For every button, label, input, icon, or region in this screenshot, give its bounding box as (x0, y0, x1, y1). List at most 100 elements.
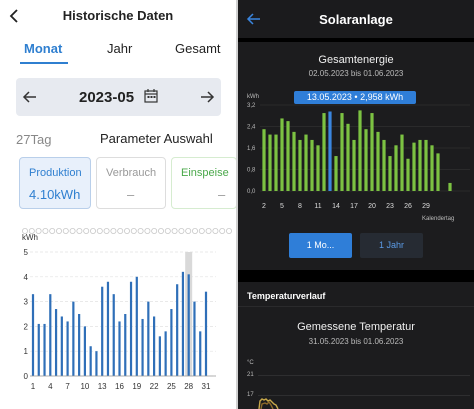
range-year-button[interactable]: 1 Jahr (360, 233, 423, 258)
temperature-gridline (258, 375, 470, 376)
bar (204, 291, 208, 376)
bar (388, 156, 392, 191)
card-feed-in-value: – (218, 187, 226, 202)
card-feed-in[interactable]: Einspeise – (171, 157, 236, 209)
card-consumption-label: Verbrauch (106, 167, 157, 179)
x-tick-label: 13 (98, 382, 107, 391)
bar (370, 113, 374, 191)
y-tick-label: 2 (24, 322, 29, 331)
bar (72, 301, 75, 376)
bar (176, 284, 179, 376)
bar (262, 129, 266, 191)
x-tick-label: 7 (65, 382, 70, 391)
tab-month-underline (20, 62, 68, 64)
x-tick-label: 23 (386, 203, 394, 210)
bar (49, 294, 52, 376)
temperature-y-unit: °C (247, 360, 254, 366)
tab-year[interactable]: Jahr (107, 41, 132, 56)
temperature-chart-title: Gemessene Temperatur (297, 321, 415, 333)
page-title: Historische Daten (62, 8, 174, 23)
bar (286, 121, 290, 191)
bar (400, 134, 404, 191)
x-tick-label: 31 (202, 382, 211, 391)
bar (280, 118, 284, 191)
card-production-value: 4.10kWh (29, 187, 81, 202)
bar (124, 314, 127, 376)
y-tick-label: 3 (24, 298, 29, 307)
x-tick-label: 1 (31, 382, 36, 391)
bar (199, 331, 202, 376)
bar (141, 318, 144, 376)
bar (43, 323, 46, 376)
bar (181, 271, 185, 376)
bar (340, 113, 344, 191)
bar (334, 156, 338, 191)
bar (382, 139, 386, 191)
range-month-label: 1 Mo... (306, 240, 335, 250)
x-tick-label: 11 (314, 203, 321, 210)
next-period-button[interactable] (199, 88, 215, 106)
bar (352, 139, 356, 191)
x-tick-label: 20 (368, 203, 376, 210)
bar (170, 309, 173, 376)
x-axis-label: Kalendertag (422, 216, 454, 222)
parameter-selection[interactable]: Parameter Auswahl (100, 131, 213, 146)
prev-period-button[interactable] (22, 88, 38, 106)
temperature-section-divider (238, 306, 474, 307)
temperature-y-tick: 17 (247, 392, 254, 398)
card-consumption[interactable]: Verbrauch – (96, 157, 166, 209)
bar (78, 314, 81, 376)
production-bar-chart: kWh0123451 4 7 10 13 16 19 22 25 28 31 (22, 233, 216, 391)
x-tick-label: 17 (350, 203, 358, 210)
energy-tooltip-text: 13.05.2023 • 2,958 kWh (306, 92, 404, 102)
bar (418, 139, 422, 191)
temperature-date-range: 31.05.2023 bis 01.06.2023 (308, 337, 404, 346)
y-tick-label: 1 (24, 347, 29, 356)
x-tick-label: 19 (132, 382, 141, 391)
x-tick-label: 2 (262, 203, 266, 210)
page-title: Solaranlage (319, 12, 393, 27)
bar (135, 276, 138, 376)
bar (316, 145, 320, 191)
bar (292, 131, 296, 191)
y-tick-label: 0 (24, 372, 29, 381)
bar (424, 139, 428, 191)
calendar-icon (144, 89, 158, 103)
range-year-label: 1 Jahr (378, 240, 404, 250)
bar (268, 134, 272, 191)
bar (364, 129, 368, 191)
calendar-button[interactable] (143, 88, 159, 104)
bar (83, 326, 86, 376)
bar (394, 145, 398, 191)
x-tick-label: 26 (404, 203, 412, 210)
bar (274, 134, 278, 191)
x-tick-label: 29 (422, 203, 430, 210)
range-month-button[interactable]: 1 Mo... (289, 233, 352, 258)
bar (112, 294, 115, 376)
arrow-right-icon (201, 91, 215, 103)
x-tick-label: 10 (80, 382, 89, 391)
bar (358, 110, 362, 191)
card-consumption-value: – (127, 187, 135, 202)
solar-plant-panel: Solaranlage Gesamtenergie 02.05.2023 bis… (238, 0, 474, 409)
bar (89, 346, 92, 376)
y-tick-label: 3,2 (247, 103, 256, 109)
tab-total[interactable]: Gesamt (175, 41, 221, 56)
bar (412, 142, 416, 191)
bar (164, 331, 167, 376)
y-tick-label: 4 (24, 273, 29, 282)
temperature-section-title: Temperaturverlauf (247, 291, 326, 301)
y-axis-unit: kWh (22, 233, 38, 242)
card-feed-in-label: Einspeise (181, 167, 229, 179)
x-tick-label: 16 (115, 382, 124, 391)
bar (66, 321, 69, 376)
bar (298, 139, 302, 191)
bar (310, 139, 314, 191)
bar (153, 316, 156, 376)
energy-tooltip: 13.05.2023 • 2,958 kWh (294, 91, 416, 104)
tab-month[interactable]: Monat (24, 41, 62, 56)
bar (346, 123, 350, 191)
y-tick-label: 0,0 (247, 189, 256, 195)
bar (60, 316, 63, 376)
card-production[interactable]: Produktion 4.10kWh (19, 157, 91, 209)
